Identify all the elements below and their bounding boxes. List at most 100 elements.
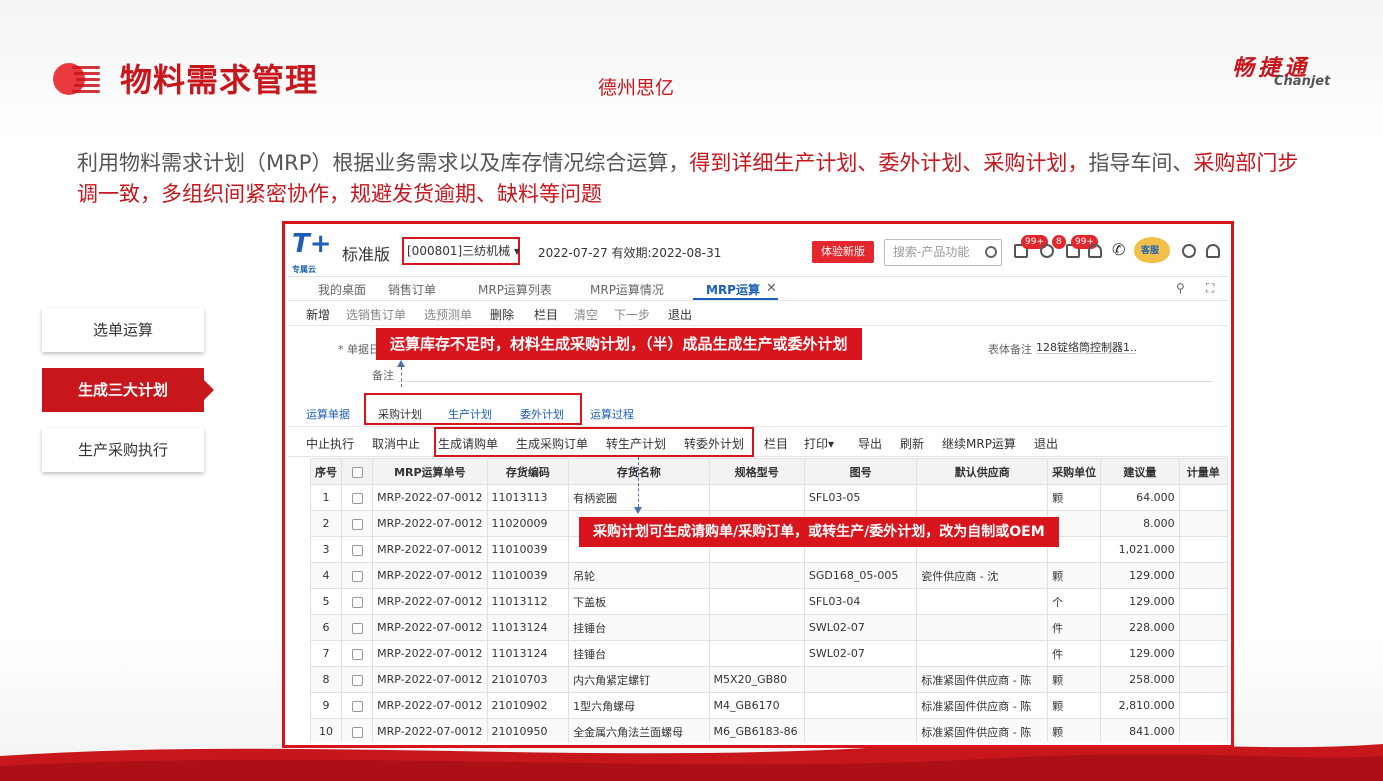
row-checkbox[interactable] [351,492,363,504]
table-cell[interactable]: 颗 [1047,562,1102,589]
tab-sales-order[interactable]: 销售订单 [388,281,436,298]
table-row[interactable]: 1 MRP-2022-07-0012 11013113 有柄瓷圈 SFL03-05 颗 64… [310,484,1228,511]
table-cell[interactable] [1178,484,1228,511]
table-cell[interactable] [1178,562,1228,589]
table-cell[interactable]: 228.000 [1100,614,1180,641]
phone-icon[interactable]: ✆ [1112,240,1125,259]
table-cell[interactable] [916,614,1049,641]
table-cell[interactable]: 全金属六角法兰面螺母 [568,718,710,742]
table-cell[interactable]: 258.000 [1100,666,1180,693]
task-icon[interactable] [1040,244,1054,258]
table-cell[interactable]: 4 [310,562,342,589]
table-cell[interactable]: 841.000 [1100,718,1180,742]
bell-icon[interactable] [1088,244,1102,258]
table-cell[interactable] [1178,692,1228,719]
table-cell[interactable]: 8 [310,666,342,693]
table-cell[interactable] [340,484,374,511]
remark-field[interactable] [398,381,1213,382]
service-mascot[interactable]: 客服 [1134,237,1170,263]
table-cell[interactable]: SFL03-04 [803,588,918,615]
row-checkbox[interactable] [351,596,363,608]
columns-button[interactable]: 栏目 [764,435,788,452]
table-cell[interactable]: 11010039 [486,536,570,563]
search-icon[interactable] [985,246,997,258]
table-cell[interactable] [803,692,918,719]
table-cell[interactable]: 吊轮 [568,562,710,589]
table-cell[interactable]: 1 [310,484,342,511]
table-cell[interactable]: 11013124 [486,614,570,641]
table-cell[interactable] [340,588,374,615]
columns-button[interactable]: 栏目 [534,306,558,323]
clear-button[interactable]: 清空 [574,306,598,323]
body-remark-field[interactable]: 128锭络筒控制器1... [1036,339,1136,354]
table-cell[interactable] [340,562,374,589]
table-cell[interactable]: 下盖板 [568,588,710,615]
try-new-version-button[interactable]: 体验新版 [812,241,874,263]
table-cell[interactable]: 11013112 [486,588,570,615]
table-cell[interactable]: 11013124 [486,640,570,667]
table-cell[interactable]: 7 [310,640,342,667]
cancel-stop-button[interactable]: 取消中止 [372,435,420,452]
table-cell[interactable]: MRP-2022-07-0012 [372,588,488,615]
table-cell[interactable]: MRP-2022-07-0012 [372,614,488,641]
table-cell[interactable]: MRP-2022-07-0012 [372,692,488,719]
table-cell[interactable]: 129.000 [1100,562,1180,589]
row-checkbox[interactable] [351,726,363,738]
table-cell[interactable]: 内六角紧定螺钉 [568,666,710,693]
table-cell[interactable]: 8.000 [1100,510,1180,537]
exit-button[interactable]: 退出 [668,306,692,323]
col-header-checkbox[interactable] [340,458,374,485]
col-header[interactable]: MRP运算单号 [372,458,488,485]
table-cell[interactable] [803,718,918,742]
table-cell[interactable] [340,536,374,563]
col-header[interactable]: 采购单位 [1047,458,1102,485]
help-icon[interactable] [1182,244,1196,258]
table-cell[interactable] [708,614,805,641]
refresh-button[interactable]: 刷新 [900,435,924,452]
table-cell[interactable]: 11020009 [486,510,570,537]
table-row[interactable]: 5 MRP-2022-07-0012 11013112 下盖板 SFL03-04 个 129… [310,588,1228,615]
org-select[interactable]: [000801]三纺机械 ▾ [402,237,520,265]
table-cell[interactable] [708,484,805,511]
table-cell[interactable]: 64.000 [1100,484,1180,511]
table-cell[interactable]: 瓷件供应商 - 沈 [916,562,1049,589]
table-cell[interactable]: 个 [1047,588,1102,615]
table-cell[interactable]: 件 [1047,640,1102,667]
table-cell[interactable]: 10 [310,718,342,742]
table-cell[interactable] [340,692,374,719]
table-cell[interactable]: 11013113 [486,484,570,511]
row-checkbox[interactable] [351,570,363,582]
table-cell[interactable]: 129.000 [1100,588,1180,615]
tab-mrp-status[interactable]: MRP运算情况 [590,281,664,298]
table-cell[interactable]: M5X20_GB80 [708,666,805,693]
new-button[interactable]: 新增 [306,306,330,323]
table-cell[interactable]: 21010703 [486,666,570,693]
col-header[interactable]: 序号 [310,458,342,485]
step-generate-plans[interactable]: 生成三大计划 [42,368,214,412]
row-checkbox[interactable] [351,518,363,530]
delete-button[interactable]: 删除 [490,306,514,323]
table-cell[interactable]: MRP-2022-07-0012 [372,562,488,589]
print-button[interactable]: 打印▾ [804,435,834,452]
select-forecast-button[interactable]: 选预测单 [424,306,472,323]
table-cell[interactable]: SWL02-07 [803,614,918,641]
table-cell[interactable] [340,640,374,667]
table-cell[interactable]: 129.000 [1100,640,1180,667]
table-cell[interactable]: 颗 [1047,666,1102,693]
table-cell[interactable]: MRP-2022-07-0012 [372,666,488,693]
search-input[interactable]: 搜索-产品功能 [884,239,1002,266]
row-checkbox[interactable] [351,544,363,556]
table-cell[interactable]: 标准紧固件供应商 - 陈 [916,692,1049,719]
select-all-checkbox[interactable] [351,466,363,478]
table-cell[interactable] [708,588,805,615]
table-cell[interactable] [340,614,374,641]
table-cell[interactable]: MRP-2022-07-0012 [372,484,488,511]
table-cell[interactable]: M4_GB6170 [708,692,805,719]
export-button[interactable]: 导出 [858,435,882,452]
table-cell[interactable]: 21010950 [486,718,570,742]
table-cell[interactable] [708,640,805,667]
table-cell[interactable]: MRP-2022-07-0012 [372,510,488,537]
table-cell[interactable]: 9 [310,692,342,719]
table-cell[interactable] [708,562,805,589]
table-cell[interactable]: 件 [1047,614,1102,641]
